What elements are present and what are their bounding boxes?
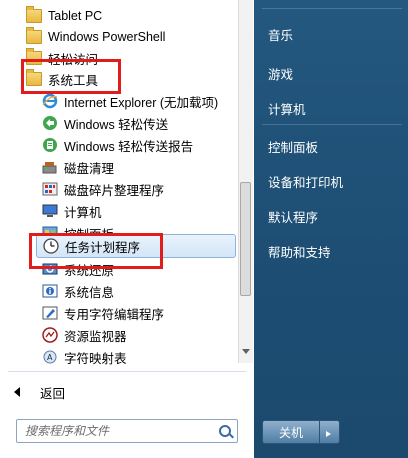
list-item-label: 轻松访问 <box>48 52 99 67</box>
list-item-internet-explorer[interactable]: Internet Explorer (无加载项) <box>42 90 254 112</box>
list-item-disk-cleanup[interactable]: 磁盘清理 <box>42 156 254 178</box>
programs-pane: Tablet PC Windows PowerShell 轻松访问 系统工具 I… <box>0 0 254 458</box>
folder-icon <box>26 27 42 44</box>
internet-explorer-icon <box>42 93 58 109</box>
list-item-label: 磁盘清理 <box>64 161 115 176</box>
list-item-system-restore[interactable]: 系统还原 <box>42 258 254 280</box>
folder-icon <box>26 48 42 65</box>
char-editor-icon <box>42 305 58 321</box>
list-item-private-char-editor[interactable]: 专用字符编辑程序 <box>42 302 254 324</box>
easy-transfer-report-icon <box>42 137 58 153</box>
scrollbar-thumb[interactable] <box>240 182 251 296</box>
right-divider <box>262 8 402 9</box>
list-item-ease-of-access[interactable]: 轻松访问 <box>26 47 254 69</box>
shutdown-options-arrow-icon[interactable] <box>320 420 340 444</box>
list-item-label: 资源监视器 <box>64 329 127 344</box>
back-button[interactable]: 返回 <box>0 378 250 406</box>
list-item-label: 专用字符编辑程序 <box>64 307 165 322</box>
list-item-system-tools[interactable]: 系统工具 <box>26 68 254 90</box>
shutdown-button[interactable]: 关机 <box>262 420 320 444</box>
list-item-label: 系统信息 <box>64 285 115 300</box>
list-item-system-info[interactable]: 系统信息 <box>42 280 254 302</box>
list-item-computer[interactable]: 计算机 <box>42 200 254 222</box>
right-item-default-programs[interactable]: 默认程序 <box>268 207 318 226</box>
folder-icon <box>26 6 42 23</box>
list-item-label: 字符映射表 <box>64 351 127 366</box>
list-item-label: Internet Explorer (无加载项) <box>64 95 219 110</box>
folder-icon <box>26 69 42 86</box>
resource-monitor-icon <box>42 327 58 343</box>
divider <box>8 371 246 372</box>
list-item-label: 系统还原 <box>64 263 115 278</box>
list-item-label: Tablet PC <box>48 9 103 23</box>
easy-transfer-icon <box>42 115 58 131</box>
search-icon[interactable] <box>219 425 231 437</box>
scrollbar[interactable] <box>238 0 253 363</box>
list-item-label: 磁盘碎片整理程序 <box>64 183 165 198</box>
character-map-icon: A <box>42 349 58 365</box>
list-item-resource-monitor[interactable]: 资源监视器 <box>42 324 254 346</box>
defragmenter-icon <box>42 181 58 197</box>
list-item-label: Windows 轻松传送 <box>64 117 169 132</box>
back-label: 返回 <box>40 386 66 401</box>
system-info-icon <box>42 283 58 299</box>
list-item-powershell[interactable]: Windows PowerShell <box>26 26 254 48</box>
right-item-control-panel[interactable]: 控制面板 <box>268 137 318 156</box>
list-item-easy-transfer-report[interactable]: Windows 轻松传送报告 <box>42 134 254 156</box>
scroll-down-arrow-icon[interactable] <box>242 349 250 354</box>
list-item-character-map[interactable]: A 字符映射表 <box>42 346 254 368</box>
list-item-task-scheduler[interactable]: 任务计划程序 <box>36 234 236 258</box>
list-item-label: 计算机 <box>64 205 102 220</box>
search-box[interactable] <box>16 419 238 443</box>
list-item-label: Windows 轻松传送报告 <box>64 139 194 154</box>
system-restore-icon <box>42 261 58 277</box>
list-item-easy-transfer[interactable]: Windows 轻松传送 <box>42 112 254 134</box>
computer-icon <box>42 203 58 219</box>
task-scheduler-icon <box>43 238 59 254</box>
right-divider <box>262 124 402 125</box>
right-item-games[interactable]: 游戏 <box>268 64 293 83</box>
right-item-devices-printers[interactable]: 设备和打印机 <box>268 172 343 191</box>
search-input[interactable] <box>23 423 213 439</box>
right-item-help-support[interactable]: 帮助和支持 <box>268 242 331 261</box>
right-item-computer[interactable]: 计算机 <box>268 99 306 118</box>
back-arrow-icon <box>14 387 20 397</box>
disk-cleanup-icon <box>42 159 58 175</box>
svg-text:A: A <box>47 353 53 362</box>
list-item-defragmenter[interactable]: 磁盘碎片整理程序 <box>42 178 254 200</box>
right-item-music[interactable]: 音乐 <box>268 25 293 44</box>
right-pane: 音乐 游戏 计算机 控制面板 设备和打印机 默认程序 帮助和支持 关机 <box>254 0 408 458</box>
list-item-label: Windows PowerShell <box>48 30 166 44</box>
list-item-label: 任务计划程序 <box>65 240 141 255</box>
list-item-label: 系统工具 <box>48 73 99 88</box>
list-item-tablet-pc[interactable]: Tablet PC <box>26 5 254 27</box>
